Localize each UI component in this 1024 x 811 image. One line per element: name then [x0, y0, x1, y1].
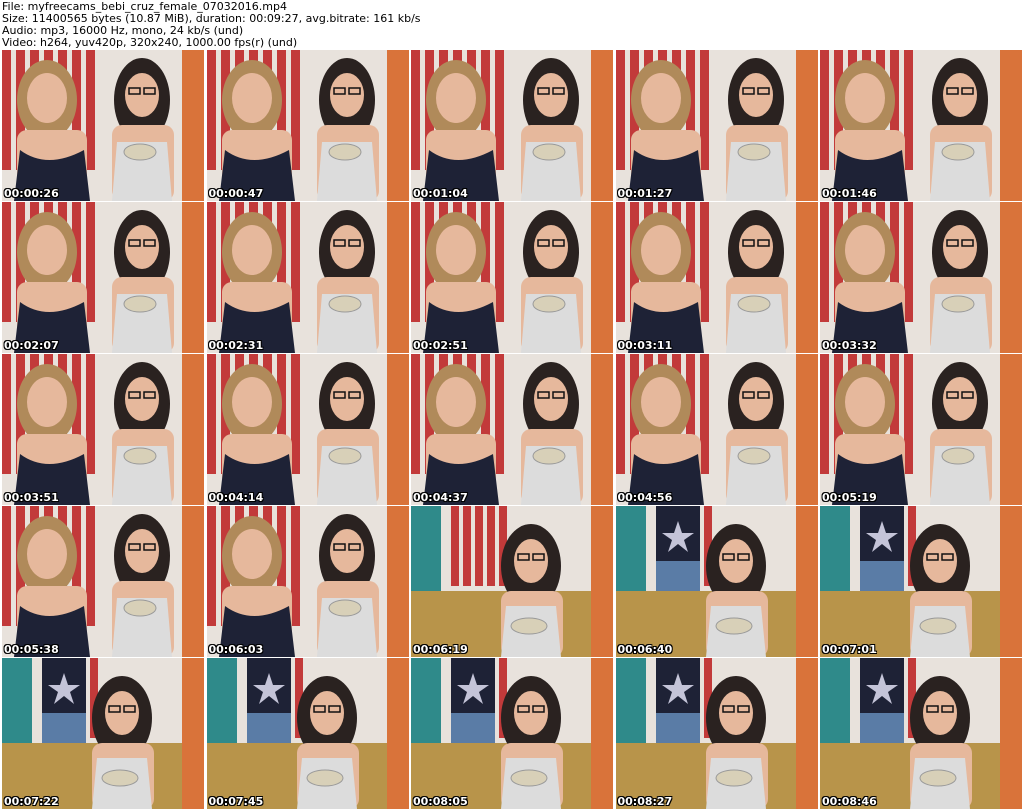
- video-thumbnail: 00:01:04: [411, 50, 613, 201]
- thumbnail-timestamp: 00:04:14: [208, 491, 264, 504]
- thumbnail-timestamp: 00:06:19: [413, 643, 468, 656]
- video-thumbnail: 00:07:22: [2, 658, 204, 809]
- video-thumbnail: 00:06:19: [411, 506, 613, 657]
- video-thumbnail: 00:07:45: [206, 658, 409, 809]
- thumbnail-timestamp: 00:07:01: [822, 643, 877, 656]
- video-thumbnail: 00:00:47: [206, 50, 409, 201]
- thumbnail-frame-image: [615, 658, 818, 809]
- thumbnail-timestamp: 00:08:27: [617, 795, 673, 808]
- thumbnail-frame-image: [820, 50, 1022, 201]
- video-thumbnail: 00:08:46: [820, 658, 1022, 809]
- thumbnail-frame-image: [206, 506, 409, 657]
- thumbnail-timestamp: 00:05:38: [4, 643, 59, 656]
- file-info-header: File: myfreecams_bebi_cruz_female_070320…: [2, 1, 1022, 49]
- thumbnail-timestamp: 00:06:03: [208, 643, 264, 656]
- thumbnail-frame-image: [206, 354, 409, 505]
- video-thumbnail: 00:01:46: [820, 50, 1022, 201]
- thumbnail-timestamp: 00:02:31: [208, 339, 264, 352]
- thumbnail-timestamp: 00:03:32: [822, 339, 877, 352]
- thumbnail-timestamp: 00:00:26: [4, 187, 59, 200]
- video-thumbnail: 00:02:51: [411, 202, 613, 353]
- thumbnail-timestamp: 00:04:37: [413, 491, 468, 504]
- video-thumbnail: 00:06:40: [615, 506, 818, 657]
- thumbnail-frame-image: [820, 202, 1022, 353]
- thumbnail-frame-image: [820, 354, 1022, 505]
- thumbnail-frame-image: [411, 50, 613, 201]
- thumbnail-frame-image: [206, 658, 409, 809]
- video-thumbnail: 00:08:05: [411, 658, 613, 809]
- thumbnail-timestamp: 00:08:05: [413, 795, 468, 808]
- thumbnail-timestamp: 00:08:46: [822, 795, 877, 808]
- video-thumbnail: 00:03:32: [820, 202, 1022, 353]
- video-thumbnail: 00:05:38: [2, 506, 204, 657]
- thumbnail-frame-image: [411, 354, 613, 505]
- thumbnail-frame-image: [411, 202, 613, 353]
- video-thumbnail: 00:04:37: [411, 354, 613, 505]
- video-thumbnail: 00:04:14: [206, 354, 409, 505]
- thumbnail-frame-image: [820, 506, 1022, 657]
- video-thumbnail: 00:06:03: [206, 506, 409, 657]
- video-info-line: Video: h264, yuv420p, 320x240, 1000.00 f…: [2, 36, 298, 49]
- thumbnail-timestamp: 00:01:04: [413, 187, 468, 200]
- thumbnail-frame-image: [615, 354, 818, 505]
- video-thumbnail: 00:02:31: [206, 202, 409, 353]
- thumbnail-frame-image: [411, 658, 613, 809]
- video-thumbnail: 00:00:26: [2, 50, 204, 201]
- video-thumbnail: 00:03:51: [2, 354, 204, 505]
- video-thumbnail: 00:07:01: [820, 506, 1022, 657]
- thumbnail-frame-image: [615, 506, 818, 657]
- video-thumbnail: 00:08:27: [615, 658, 818, 809]
- thumbnail-timestamp: 00:07:22: [4, 795, 59, 808]
- video-thumbnail: 00:03:11: [615, 202, 818, 353]
- thumbnail-timestamp: 00:02:51: [413, 339, 468, 352]
- video-thumbnail: 00:02:07: [2, 202, 204, 353]
- video-thumbnail: 00:01:27: [615, 50, 818, 201]
- thumbnail-frame-image: [411, 506, 613, 657]
- thumbnail-frame-image: [2, 506, 204, 657]
- thumbnail-timestamp: 00:03:51: [4, 491, 59, 504]
- thumbnail-frame-image: [2, 658, 204, 809]
- thumbnail-timestamp: 00:02:07: [4, 339, 59, 352]
- thumbnail-timestamp: 00:06:40: [617, 643, 673, 656]
- thumbnail-frame-image: [2, 354, 204, 505]
- thumbnail-frame-image: [2, 50, 204, 201]
- thumbnail-frame-image: [820, 658, 1022, 809]
- video-thumbnail: 00:05:19: [820, 354, 1022, 505]
- thumbnail-timestamp: 00:03:11: [617, 339, 673, 352]
- thumbnail-timestamp: 00:01:27: [617, 187, 673, 200]
- thumbnail-frame-image: [615, 202, 818, 353]
- thumbnail-grid: 00:00:26 00:00:47 00:01:04 00:01:27 00:01:46…: [2, 50, 1022, 809]
- thumbnail-timestamp: 00:05:19: [822, 491, 877, 504]
- thumbnail-frame-image: [2, 202, 204, 353]
- thumbnail-timestamp: 00:01:46: [822, 187, 877, 200]
- video-thumbnail: 00:04:56: [615, 354, 818, 505]
- thumbnail-timestamp: 00:00:47: [208, 187, 264, 200]
- thumbnail-timestamp: 00:04:56: [617, 491, 673, 504]
- thumbnail-frame-image: [206, 202, 409, 353]
- thumbnail-frame-image: [206, 50, 409, 201]
- thumbnail-frame-image: [615, 50, 818, 201]
- thumbnail-timestamp: 00:07:45: [208, 795, 264, 808]
